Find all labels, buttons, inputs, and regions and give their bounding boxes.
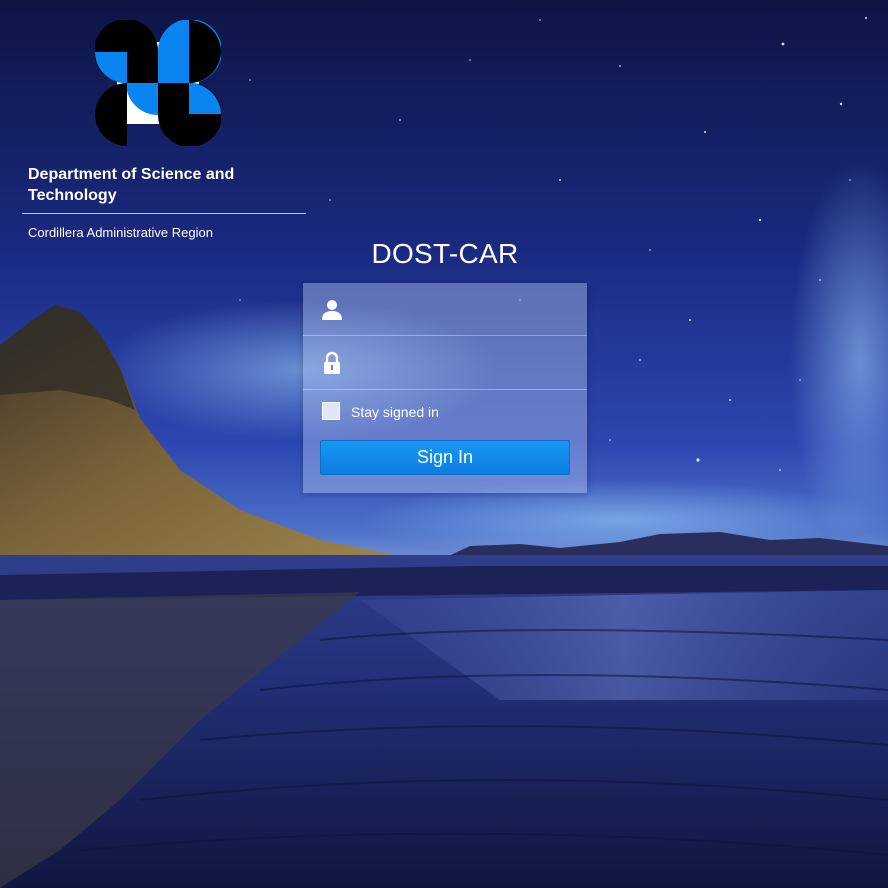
stay-signed-in[interactable]: Stay signed in [322, 402, 522, 422]
stay-signed-in-checkbox[interactable] [322, 402, 340, 420]
password-input[interactable] [355, 337, 580, 390]
agency-name: Department of Science and Technology [28, 166, 235, 204]
dost-logo-icon [95, 20, 221, 146]
username-field[interactable] [303, 283, 587, 336]
user-icon [322, 300, 342, 320]
region-name: Cordillera Administrative Region [28, 225, 213, 240]
login-title: DOST-CAR [371, 238, 519, 269]
password-field[interactable] [303, 337, 587, 390]
username-input[interactable] [355, 283, 580, 336]
brand-divider [22, 213, 306, 214]
login-panel: Stay signed in Sign In [303, 283, 587, 493]
lock-icon [324, 351, 340, 374]
stay-signed-in-label[interactable]: Stay signed in [351, 403, 439, 421]
sign-in-button[interactable]: Sign In [320, 440, 570, 475]
